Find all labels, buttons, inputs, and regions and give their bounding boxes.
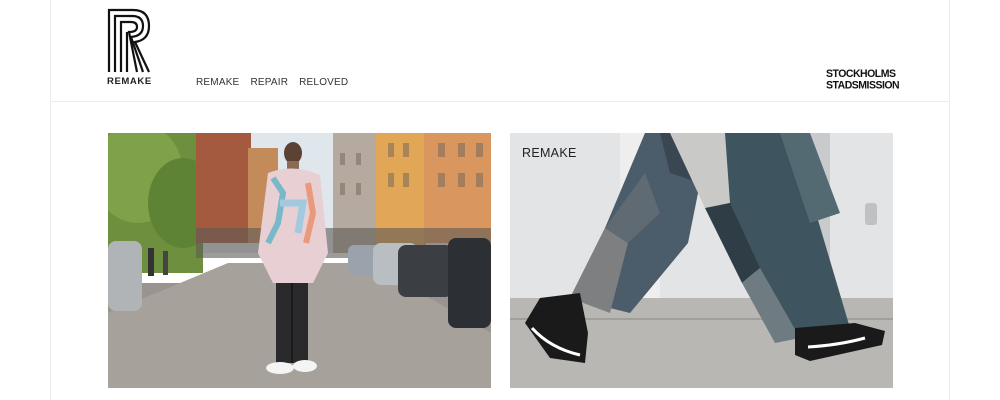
r-logo-icon xyxy=(107,8,151,73)
nav-item-remake[interactable]: REMAKE xyxy=(196,77,239,88)
card-street-photo[interactable] xyxy=(108,133,491,388)
nav-item-repair[interactable]: REPAIR xyxy=(250,77,288,88)
partner-line-2: STADSMISSION xyxy=(826,78,900,92)
logo-wordmark: REMAKE xyxy=(107,76,152,87)
patchwork-jeans-image xyxy=(510,133,893,388)
remake-logo[interactable]: REMAKE xyxy=(107,8,153,88)
stadsmission-logo[interactable]: STOCKHOLMS STADSMISSION xyxy=(826,68,900,92)
card-remake[interactable]: REMAKE xyxy=(510,133,893,388)
nav-item-reloved[interactable]: RELOVED xyxy=(299,77,348,88)
street-photo-image xyxy=(108,133,491,388)
main-nav: REMAKE REPAIR RELOVED xyxy=(196,77,348,88)
card-label-remake: REMAKE xyxy=(522,146,577,160)
header-divider xyxy=(50,101,950,102)
